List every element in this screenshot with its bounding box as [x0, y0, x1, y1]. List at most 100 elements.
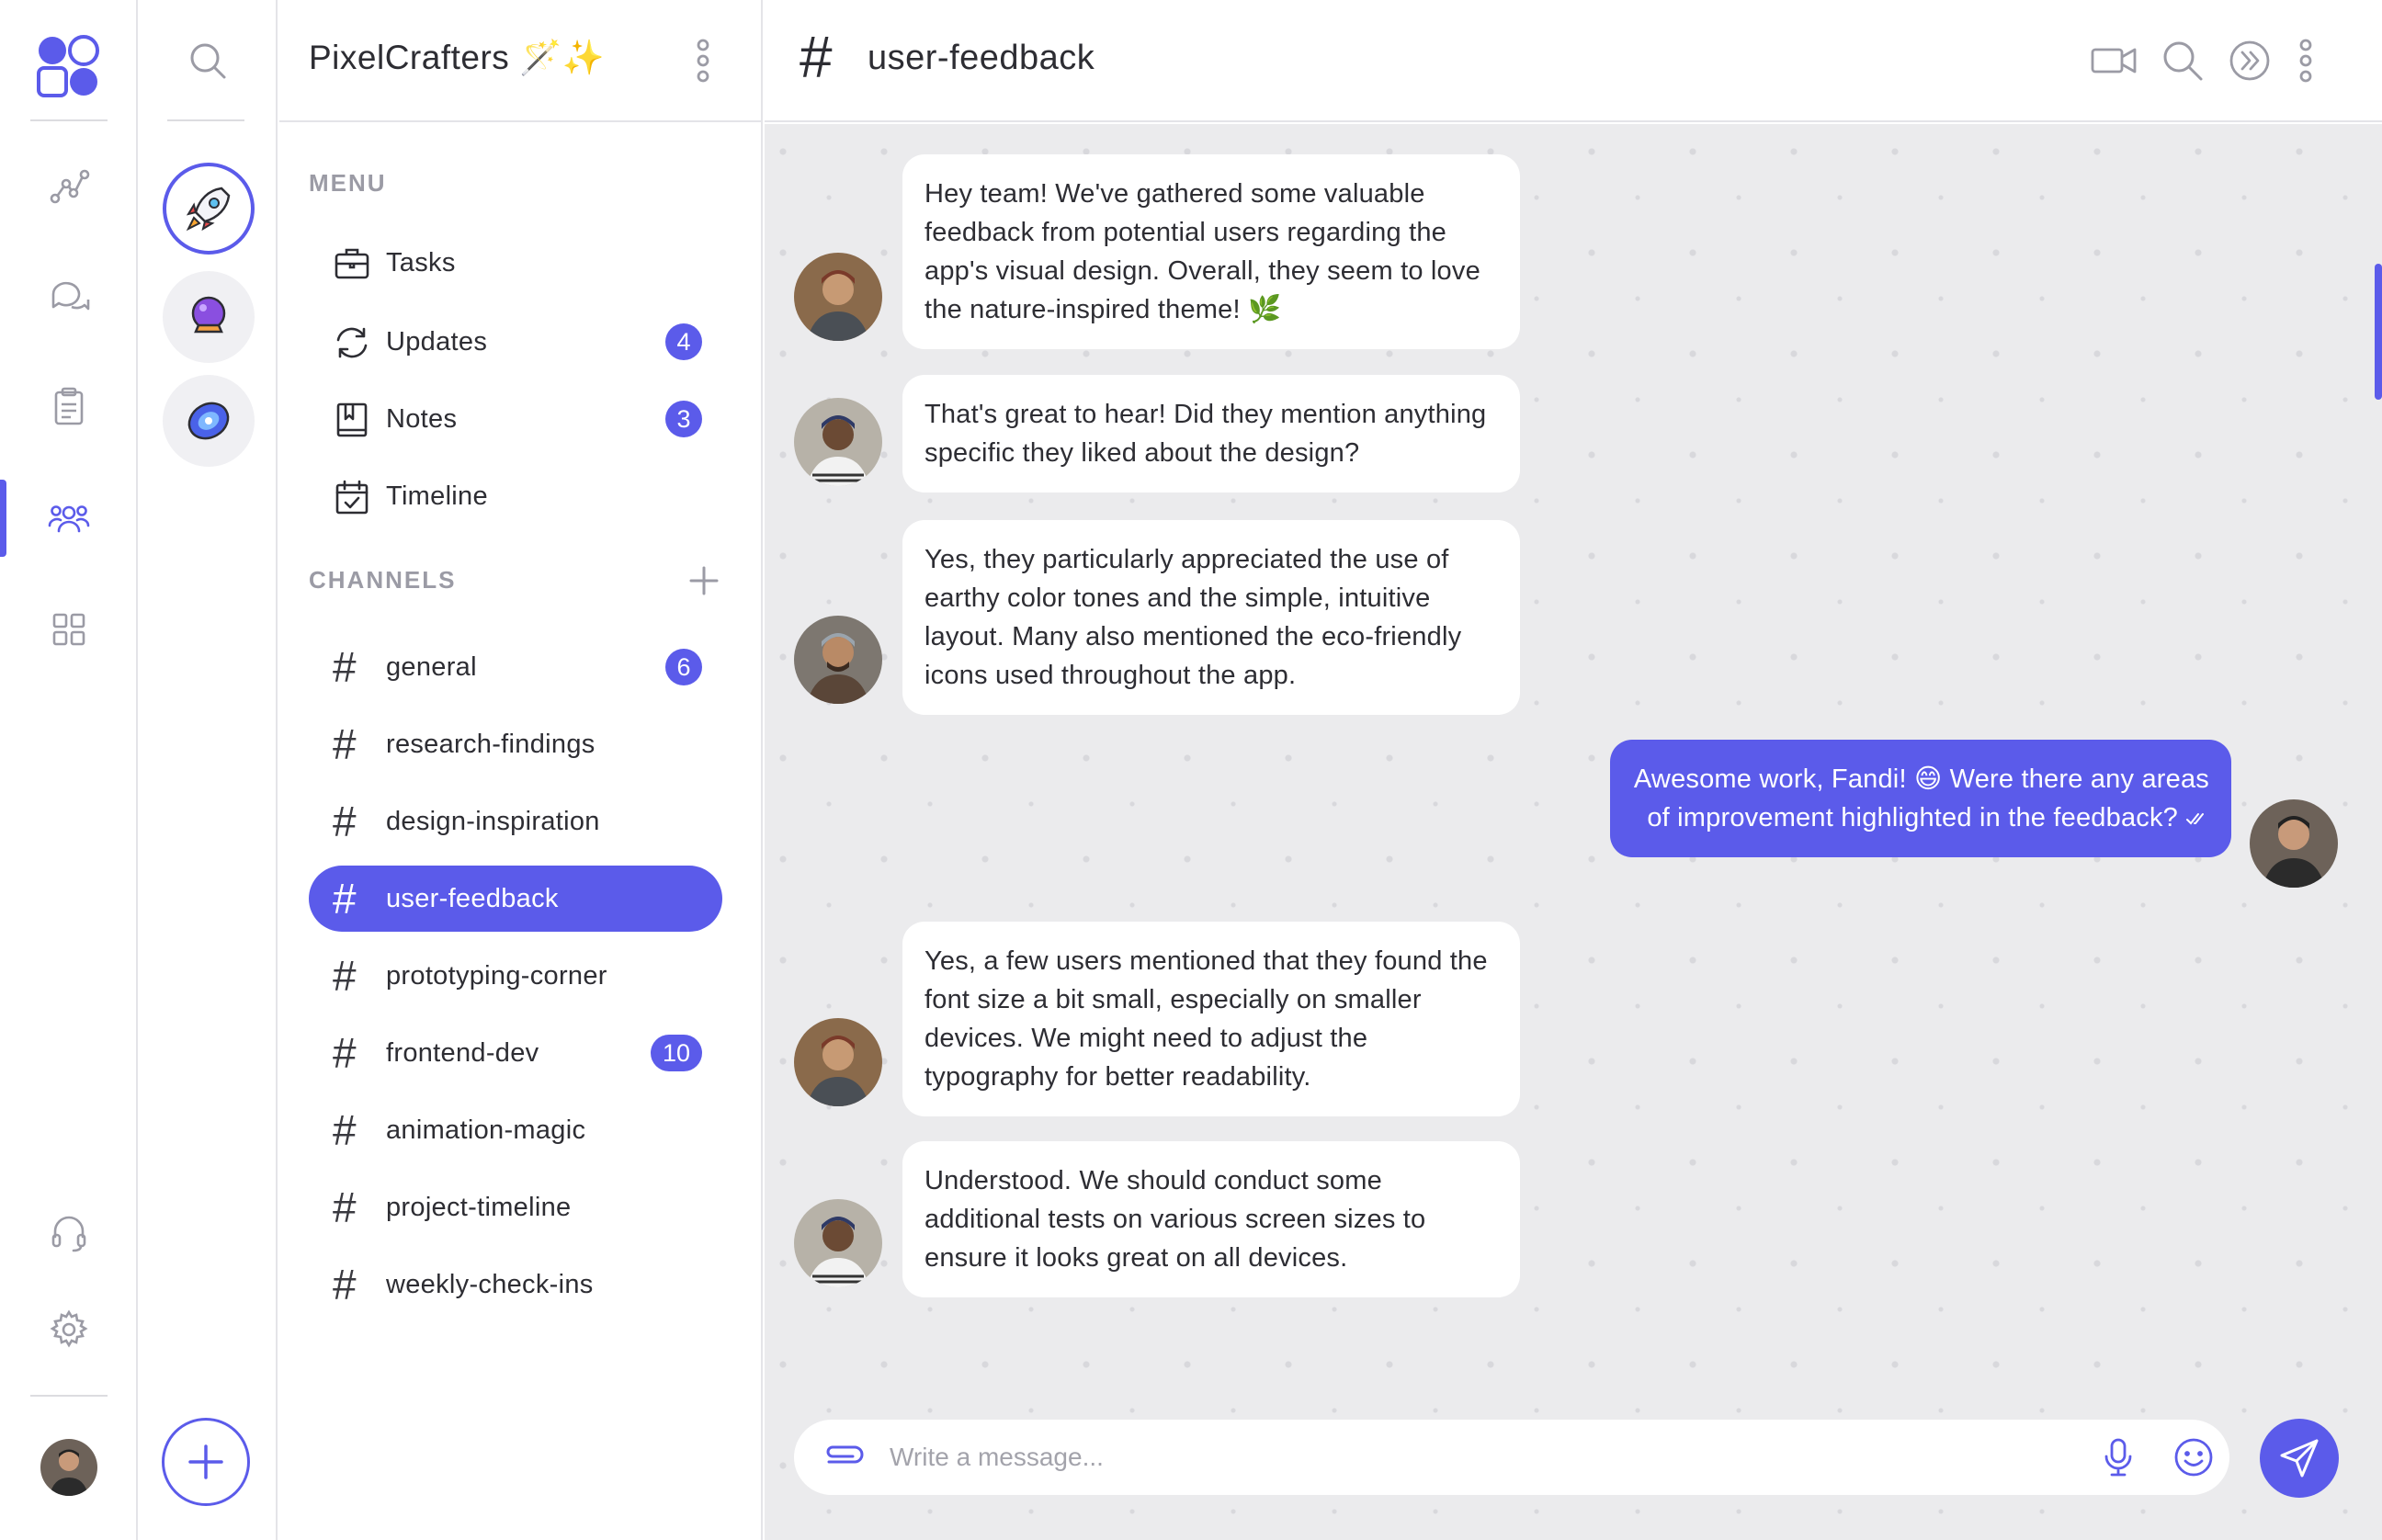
team-icon[interactable]	[46, 496, 92, 542]
channel-weekly-check-ins[interactable]: # weekly-check-ins	[309, 1251, 722, 1318]
avatar[interactable]	[794, 398, 882, 486]
channel-frontend-dev[interactable]: # frontend-dev 10	[309, 1020, 722, 1086]
workspace-rocket[interactable]	[163, 163, 255, 255]
channel-label: project-timeline	[386, 1192, 572, 1222]
message-bubble: Yes, they particularly appreciated the u…	[902, 520, 1520, 715]
menu-item-notes[interactable]: Notes 3	[309, 386, 722, 452]
message-bubble: Hey team! We've gathered some valuable f…	[902, 154, 1520, 349]
message-composer	[794, 1420, 2229, 1495]
refresh-icon	[336, 327, 368, 358]
hash-icon: #	[800, 24, 833, 90]
channel-label: weekly-check-ins	[386, 1269, 594, 1299]
unread-badge: 4	[665, 323, 702, 360]
app-nav-rail	[0, 0, 138, 1540]
unread-badge: 6	[665, 649, 702, 685]
notebook-icon	[336, 402, 368, 437]
channel-user-feedback[interactable]: # user-feedback	[309, 866, 722, 932]
unread-badge: 3	[665, 401, 702, 437]
workspace-galaxy[interactable]	[163, 375, 255, 467]
scrollbar[interactable]	[2375, 264, 2382, 400]
channel-label: user-feedback	[386, 883, 559, 913]
menu-item-updates[interactable]: Updates 4	[309, 309, 722, 375]
channel-research-findings[interactable]: # research-findings	[309, 711, 722, 777]
avatar[interactable]	[794, 616, 882, 704]
hash-icon: #	[333, 952, 357, 1000]
active-indicator	[0, 480, 6, 557]
calendar-check-icon	[335, 480, 369, 515]
workspace-title: PixelCrafters 🪄✨	[309, 39, 606, 76]
hash-icon: #	[333, 1029, 357, 1077]
menu-item-tasks[interactable]: Tasks	[309, 230, 722, 296]
message-text: Awesome work, Fandi! 😄 Were there any ar…	[1633, 764, 2209, 832]
channel-label: frontend-dev	[386, 1037, 539, 1068]
channel-general[interactable]: # general 6	[309, 634, 722, 700]
clipboard-icon[interactable]	[46, 384, 92, 430]
message-input[interactable]	[890, 1432, 1992, 1482]
forward-icon[interactable]	[2226, 37, 2274, 85]
chat-header: # user-feedback	[765, 0, 2382, 122]
rocket-icon	[186, 187, 231, 232]
message-bubble: Yes, a few users mentioned that they fou…	[902, 922, 1520, 1116]
workspace-crystal-ball[interactable]	[163, 271, 255, 363]
crystal-ball-icon	[191, 296, 226, 334]
chat-area: # user-feedback Hey team! We've gathered…	[765, 0, 2382, 1540]
channel-animation-magic[interactable]: # animation-magic	[309, 1097, 722, 1163]
channel-label: research-findings	[386, 729, 596, 759]
add-channel-icon[interactable]	[686, 562, 722, 599]
message-bubble-own: Awesome work, Fandi! 😄 Were there any ar…	[1610, 740, 2231, 857]
plus-icon	[188, 1444, 223, 1479]
divider	[167, 119, 244, 121]
logo-icon[interactable]	[37, 35, 101, 99]
message-bubble: That's great to hear! Did they mention a…	[902, 375, 1520, 493]
menu-item-label: Timeline	[386, 481, 488, 511]
grid-icon[interactable]	[46, 606, 92, 652]
panel-header: PixelCrafters 🪄✨	[279, 0, 763, 122]
send-button[interactable]	[2260, 1419, 2339, 1498]
more-vertical-icon[interactable]	[2292, 37, 2320, 85]
send-icon	[2280, 1439, 2319, 1478]
menu-item-label: Tasks	[386, 247, 456, 277]
add-workspace-button[interactable]	[162, 1418, 250, 1506]
emoji-icon[interactable]	[2172, 1436, 2215, 1478]
channel-panel: PixelCrafters 🪄✨ MENU Tasks Updates 4 No…	[279, 0, 763, 1540]
search-icon[interactable]	[186, 39, 230, 83]
analytics-icon[interactable]	[46, 164, 92, 209]
channels-section-label: CHANNELS	[309, 566, 457, 594]
avatar[interactable]	[794, 1018, 882, 1106]
search-icon[interactable]	[2159, 37, 2206, 85]
channel-prototyping-corner[interactable]: # prototyping-corner	[309, 943, 722, 1009]
divider	[30, 119, 108, 121]
message-bubble: Understood. We should conduct some addit…	[902, 1141, 1520, 1297]
workspace-rail	[140, 0, 278, 1540]
read-receipt-icon	[2186, 813, 2204, 825]
message-list[interactable]: Hey team! We've gathered some valuable f…	[765, 124, 2382, 1540]
hash-icon: #	[333, 1106, 357, 1154]
menu-item-timeline[interactable]: Timeline	[309, 463, 722, 529]
channel-design-inspiration[interactable]: # design-inspiration	[309, 788, 722, 855]
menu-item-label: Updates	[386, 326, 488, 357]
avatar[interactable]	[794, 1199, 882, 1287]
hash-icon: #	[333, 720, 357, 768]
gear-icon[interactable]	[46, 1307, 92, 1353]
unread-badge: 10	[651, 1035, 702, 1071]
chat-icon[interactable]	[46, 274, 92, 320]
channel-label: animation-magic	[386, 1115, 586, 1145]
channel-label: design-inspiration	[386, 806, 600, 836]
avatar[interactable]	[2250, 799, 2338, 888]
attachment-icon[interactable]	[820, 1438, 866, 1477]
more-vertical-icon[interactable]	[689, 37, 717, 85]
channel-label: general	[386, 651, 477, 682]
hash-icon: #	[333, 1183, 357, 1231]
channel-label: prototyping-corner	[386, 960, 607, 991]
microphone-icon[interactable]	[2097, 1436, 2139, 1478]
video-call-icon[interactable]	[2090, 37, 2138, 85]
hash-icon: #	[333, 1261, 357, 1308]
divider	[30, 1395, 108, 1397]
channel-project-timeline[interactable]: # project-timeline	[309, 1174, 722, 1240]
user-avatar[interactable]	[40, 1439, 97, 1496]
galaxy-icon	[187, 402, 230, 440]
menu-section-label: MENU	[309, 169, 387, 197]
channel-title: user-feedback	[868, 39, 1095, 77]
avatar[interactable]	[794, 253, 882, 341]
headset-icon[interactable]	[46, 1209, 92, 1255]
